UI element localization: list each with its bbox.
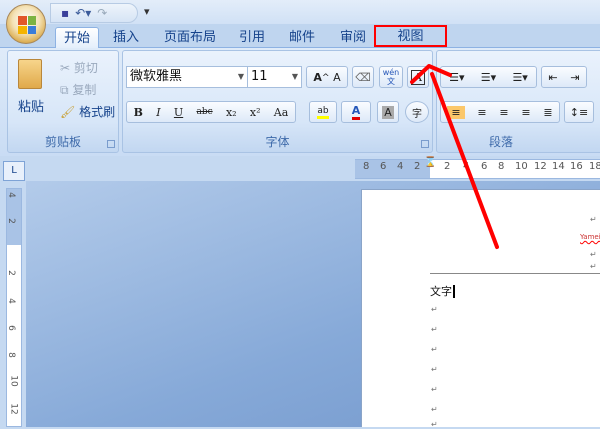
annotation-arrow — [410, 64, 499, 249]
arrow-shaft — [430, 72, 499, 249]
